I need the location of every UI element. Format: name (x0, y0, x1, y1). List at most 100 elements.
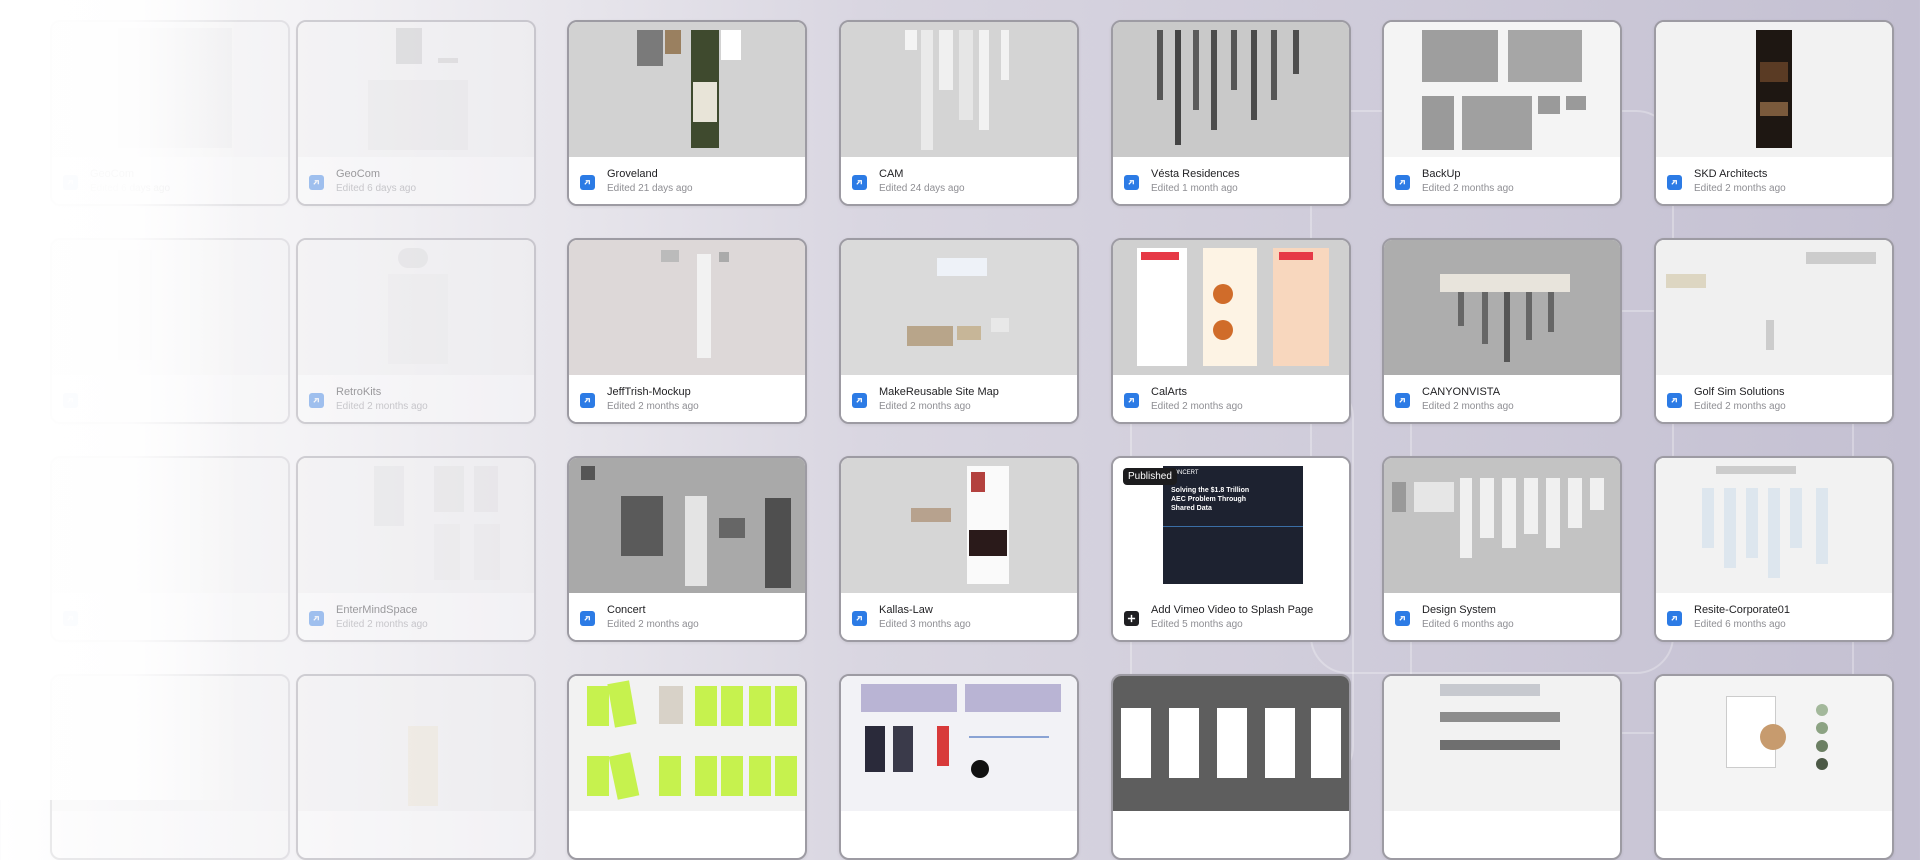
card-thumbnail (52, 458, 288, 593)
project-card[interactable] (1382, 674, 1622, 860)
link-icon (580, 175, 595, 190)
project-card[interactable]: GeoCom Edited 6 days ago (50, 20, 290, 206)
card-info: EnterMindSpace Edited 2 months ago (298, 593, 534, 640)
card-edited: Edited 21 days ago (607, 183, 693, 194)
card-thumbnail (298, 676, 534, 811)
project-card[interactable]: Kallas-Law Edited 3 months ago (839, 456, 1079, 642)
link-icon (852, 175, 867, 190)
link-icon (309, 175, 324, 190)
card-thumbnail (1656, 240, 1892, 375)
card-info: Golf Sim Solutions Edited 2 months ago (1656, 375, 1892, 422)
link-icon (852, 393, 867, 408)
card-thumbnail (1656, 676, 1892, 811)
card-title: GeoCom (90, 168, 135, 180)
card-title: CANYONVISTA (1422, 386, 1501, 398)
project-card[interactable]: Groveland Edited 21 days ago (567, 20, 807, 206)
card-thumbnail (298, 458, 534, 593)
project-card[interactable]: CalArts Edited 2 months ago (1111, 238, 1351, 424)
project-card[interactable] (1654, 674, 1894, 860)
card-edited: Edited 2 months ago (1422, 401, 1514, 412)
project-card[interactable]: Resite-Corporate01 Edited 6 months ago (1654, 456, 1894, 642)
project-card[interactable] (296, 674, 536, 860)
card-thumbnail (298, 240, 534, 375)
link-icon (1124, 175, 1139, 190)
project-card[interactable]: Concert Edited 2 months ago (567, 456, 807, 642)
project-card[interactable]: MakeReusable Site Map Edited 2 months ag… (839, 238, 1079, 424)
card-info: MakeReusable Site Map Edited 2 months ag… (841, 375, 1077, 422)
card-edited: Edited 6 days ago (336, 183, 417, 194)
project-card[interactable]: EnterMindSpace Edited 2 months ago (296, 456, 536, 642)
card-edited: Edited 24 days ago (879, 183, 965, 194)
card-info: Vésta Residences Edited 1 month ago (1113, 157, 1349, 204)
card-title: Resite-Corporate01 (1694, 604, 1790, 616)
link-icon (1395, 611, 1410, 626)
project-card[interactable]: SKD Architects Edited 2 months ago (1654, 20, 1894, 206)
plugin-icon (1124, 611, 1139, 626)
card-edited: Edited 6 months ago (1422, 619, 1514, 630)
link-icon (580, 393, 595, 408)
project-card[interactable] (50, 674, 290, 860)
card-title: CAM (879, 168, 904, 180)
card-thumbnail (841, 676, 1077, 811)
card-info: CAM Edited 24 days ago (841, 157, 1077, 204)
card-info: Concert Edited 2 months ago (569, 593, 805, 640)
link-icon (1667, 393, 1682, 408)
card-info: RetroKits Edited 2 months ago (298, 375, 534, 422)
card-edited: Edited 2 months ago (336, 619, 428, 630)
card-title: MakeReusable Site Map (879, 386, 999, 398)
card-thumbnail (841, 240, 1077, 375)
card-thumbnail (1384, 676, 1620, 811)
card-info: Kallas-Law Edited 3 months ago (841, 593, 1077, 640)
card-info (52, 593, 288, 640)
card-edited: Edited 1 month ago (1151, 183, 1238, 194)
card-thumbnail (1384, 458, 1620, 593)
card-title: BackUp (1422, 168, 1461, 180)
published-badge: Published (1123, 468, 1177, 485)
card-thumbnail (298, 22, 534, 157)
project-card[interactable]: CONCERT Solving the $1.8 Trillion AEC Pr… (1111, 456, 1351, 642)
link-icon (63, 611, 78, 626)
card-edited: Edited 2 months ago (1422, 183, 1514, 194)
project-card[interactable]: Golf Sim Solutions Edited 2 months ago (1654, 238, 1894, 424)
card-title: EnterMindSpace (336, 604, 418, 616)
link-icon (1667, 175, 1682, 190)
project-card[interactable]: BackUp Edited 2 months ago (1382, 20, 1622, 206)
card-title: Kallas-Law (879, 604, 933, 616)
project-card[interactable]: CANYONVISTA Edited 2 months ago (1382, 238, 1622, 424)
project-card[interactable]: CAM Edited 24 days ago (839, 20, 1079, 206)
card-thumbnail (569, 458, 805, 593)
project-card[interactable]: GeoCom Edited 6 days ago (296, 20, 536, 206)
link-icon (1124, 393, 1139, 408)
card-edited: Edited 2 months ago (1694, 183, 1786, 194)
project-card[interactable]: Vésta Residences Edited 1 month ago (1111, 20, 1351, 206)
card-info: Groveland Edited 21 days ago (569, 157, 805, 204)
card-title: Concert (607, 604, 646, 616)
preview-headline: Solving the $1.8 Trillion AEC Problem Th… (1171, 487, 1250, 512)
card-title: RetroKits (336, 386, 382, 398)
card-thumbnail (1384, 22, 1620, 157)
card-title: SKD Architects (1694, 168, 1768, 180)
card-thumbnail (841, 22, 1077, 157)
project-card[interactable]: JeffTrish-Mockup Edited 2 months ago (567, 238, 807, 424)
card-thumbnail (1384, 240, 1620, 375)
card-title: Add Vimeo Video to Splash Page (1151, 604, 1314, 616)
project-card[interactable]: Design System Edited 6 months ago (1382, 456, 1622, 642)
card-info: BackUp Edited 2 months ago (1384, 157, 1620, 204)
link-icon (309, 393, 324, 408)
card-info: GeoCom Edited 6 days ago (52, 157, 288, 204)
link-icon (63, 175, 78, 190)
project-card[interactable] (50, 238, 290, 424)
link-icon (309, 611, 324, 626)
project-card[interactable]: RetroKits Edited 2 months ago (296, 238, 536, 424)
project-card[interactable] (567, 674, 807, 860)
project-card[interactable] (50, 456, 290, 642)
card-info: Design System Edited 6 months ago (1384, 593, 1620, 640)
card-thumbnail (569, 22, 805, 157)
card-edited: Edited 2 months ago (607, 619, 699, 630)
project-card[interactable] (839, 674, 1079, 860)
card-title: CalArts (1151, 386, 1188, 398)
card-edited: Edited 6 months ago (1694, 619, 1786, 630)
card-edited: Edited 3 months ago (879, 619, 971, 630)
card-title: Design System (1422, 604, 1496, 616)
project-card[interactable] (1111, 674, 1351, 860)
